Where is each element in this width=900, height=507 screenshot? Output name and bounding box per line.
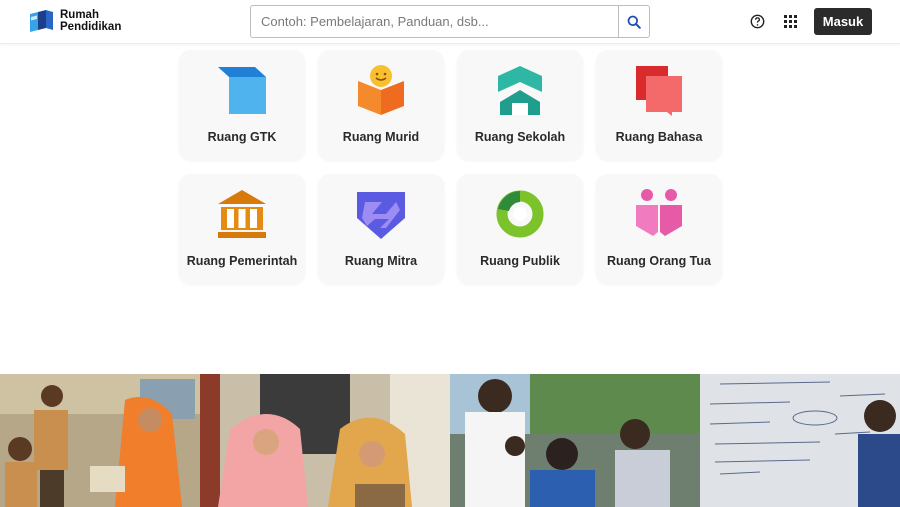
students-classroom-photo (0, 374, 200, 507)
search-button[interactable] (618, 6, 649, 37)
search-bar (250, 5, 650, 38)
apps-grid-icon[interactable] (784, 15, 797, 28)
ruang-mitra-icon (357, 192, 405, 239)
card-label: Ruang GTK (207, 130, 277, 144)
students-group-photo (450, 374, 700, 507)
ruang-pemerintah-icon (218, 190, 266, 238)
logo-line-2: Pendidikan (60, 21, 122, 33)
login-button[interactable]: Masuk (814, 8, 872, 35)
card-ruang-orang-tua[interactable]: Ruang Orang Tua (596, 174, 722, 284)
ruang-orang-tua-icon (636, 189, 682, 236)
search-input[interactable] (251, 6, 618, 37)
rumah-pendidikan-logo[interactable]: Rumah Pendidikan (28, 8, 121, 34)
card-ruang-pemerintah[interactable]: Ruang Pemerintah (179, 174, 305, 284)
card-ruang-sekolah[interactable]: Ruang Sekolah (457, 50, 583, 160)
logo-book-icon (30, 10, 53, 32)
top-navbar: Rumah Pendidikan Masuk (0, 0, 900, 44)
card-ruang-bahasa[interactable]: Ruang Bahasa (596, 50, 722, 160)
card-ruang-gtk[interactable]: Ruang GTK (179, 50, 305, 160)
card-label: Ruang Bahasa (615, 130, 703, 144)
logo-line-1: Rumah (60, 9, 99, 21)
card-ruang-publik[interactable]: Ruang Publik (457, 174, 583, 284)
card-label: Ruang Publik (480, 254, 560, 268)
help-icon[interactable] (750, 14, 765, 29)
card-label: Ruang Mitra (344, 254, 418, 268)
card-label: Ruang Orang Tua (607, 254, 711, 268)
card-label: Ruang Sekolah (474, 130, 566, 144)
hero-photo-strip (0, 374, 900, 507)
card-ruang-mitra[interactable]: Ruang Mitra (318, 174, 444, 284)
ruang-murid-icon (358, 65, 404, 115)
card-label: Ruang Pemerintah (186, 254, 298, 268)
teachers-photo (200, 374, 450, 507)
search-icon (627, 15, 641, 29)
logo-text: Rumah Pendidikan (60, 9, 121, 33)
ruang-sekolah-icon (498, 66, 542, 115)
ruang-gtk-icon (218, 67, 266, 114)
whiteboard-teacher-photo (700, 374, 900, 507)
card-label: Ruang Murid (342, 130, 420, 144)
ruang-publik-icon (496, 190, 544, 238)
card-ruang-murid[interactable]: Ruang Murid (318, 50, 444, 160)
ruang-bahasa-icon (636, 66, 682, 116)
